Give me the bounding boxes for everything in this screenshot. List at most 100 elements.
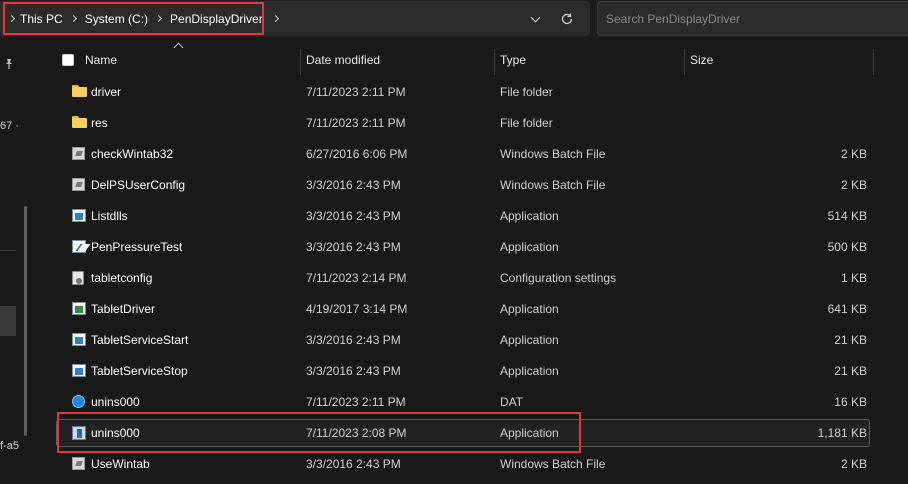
application-icon — [72, 333, 88, 347]
file-row[interactable]: PenPressureTest 3/3/2016 2:43 PM Applicati… — [56, 233, 870, 261]
file-row[interactable]: TabletDriver 4/19/2017 3:14 PM Application… — [56, 295, 870, 323]
uninstaller-icon — [72, 426, 86, 440]
select-all-checkbox[interactable] — [62, 45, 74, 75]
file-date-modified: 7/11/2023 2:11 PM — [306, 85, 406, 99]
file-date-modified: 3/3/2016 2:43 PM — [306, 240, 401, 254]
nav-item-fragment[interactable]: 67 · — [0, 120, 19, 132]
column-divider[interactable] — [300, 49, 301, 75]
file-type: Application — [500, 333, 559, 347]
address-dropdown-button[interactable] — [524, 9, 546, 29]
column-header-row: Name Date modified Type Size — [52, 42, 874, 75]
file-date-modified: 7/11/2023 2:11 PM — [306, 395, 406, 409]
file-type: Windows Batch File — [500, 178, 606, 192]
file-row[interactable]: tabletconfig 7/11/2023 2:14 PM Configurati… — [56, 264, 870, 292]
uninstaller-icon — [72, 426, 88, 440]
breadcrumb: This PC System (C:) PenDisplayDriver — [3, 3, 284, 34]
file-type: Configuration settings — [500, 271, 617, 285]
file-type: DAT — [500, 395, 524, 409]
application-icon — [72, 209, 86, 222]
config-file-icon — [72, 271, 88, 285]
search-input[interactable] — [598, 2, 908, 35]
folder-icon — [72, 116, 88, 130]
search-box[interactable] — [597, 1, 908, 36]
file-date-modified: 3/3/2016 2:43 PM — [306, 209, 401, 223]
file-name: DelPSUserConfig — [91, 178, 186, 192]
breadcrumb-system-c[interactable]: System (C:) — [85, 12, 148, 26]
column-divider[interactable] — [494, 49, 495, 75]
batch-file-icon — [72, 457, 88, 471]
file-date-modified: 3/3/2016 2:43 PM — [306, 364, 401, 378]
folder-icon — [72, 85, 88, 99]
file-type: File folder — [500, 116, 553, 130]
file-row[interactable]: unins000 7/11/2023 2:11 PM DAT 16 KB — [56, 388, 870, 416]
file-type: Windows Batch File — [500, 457, 606, 471]
refresh-button[interactable] — [556, 8, 578, 30]
navigation-pane[interactable]: 67 · f-a5 — [0, 38, 52, 484]
breadcrumb-separator-icon[interactable] — [7, 14, 16, 23]
file-size: 2 KB — [840, 147, 867, 161]
checkbox-icon — [62, 54, 74, 66]
breadcrumb-separator-icon[interactable] — [154, 14, 163, 23]
column-header-type[interactable]: Type — [500, 45, 526, 75]
file-row[interactable]: TabletServiceStart 3/3/2016 2:43 PM Applic… — [56, 326, 870, 354]
breadcrumb-separator-icon[interactable] — [271, 14, 279, 23]
file-size: 21 KB — [834, 364, 867, 378]
pin-icon[interactable] — [3, 58, 15, 70]
file-name: tabletconfig — [91, 271, 153, 285]
dat-file-icon — [72, 395, 88, 409]
file-date-modified: 4/19/2017 3:14 PM — [306, 302, 408, 316]
file-type: Application — [500, 302, 559, 316]
file-type: File folder — [500, 85, 553, 99]
nav-divider — [0, 250, 16, 251]
file-row[interactable]: DelPSUserConfig 3/3/2016 2:43 PM Windows B… — [56, 171, 870, 199]
file-row[interactable]: driver 7/11/2023 2:11 PM File folder — [56, 78, 870, 106]
file-type: Windows Batch File — [500, 147, 606, 161]
file-row[interactable]: checkWintab32 6/27/2016 6:06 PM Windows Ba… — [56, 140, 870, 168]
file-row[interactable]: unins000 7/11/2023 2:08 PM Application 1,18… — [56, 419, 870, 447]
nav-item-fragment[interactable]: f-a5 — [0, 440, 19, 452]
nav-selected-item[interactable] — [0, 306, 16, 336]
application-icon — [72, 209, 88, 223]
file-size: 2 KB — [840, 457, 867, 471]
nav-scrollbar[interactable] — [24, 206, 27, 436]
file-date-modified: 3/3/2016 2:43 PM — [306, 333, 401, 347]
pen-application-icon — [72, 240, 86, 253]
file-size: 1,181 KB — [817, 426, 867, 440]
file-row[interactable]: Listdlls 3/3/2016 2:43 PM Application 514 K… — [56, 202, 870, 230]
file-type: Application — [500, 364, 559, 378]
file-list: Name Date modified Type Size driver 7/11/… — [52, 38, 908, 484]
file-size: 16 KB — [834, 395, 867, 409]
batch-file-icon — [72, 147, 85, 160]
file-type: Application — [500, 240, 559, 254]
batch-file-icon — [72, 147, 88, 161]
address-bar[interactable]: This PC System (C:) PenDisplayDriver — [0, 1, 590, 36]
file-name: TabletServiceStop — [91, 364, 188, 378]
column-header-name[interactable]: Name — [85, 45, 117, 75]
folder-icon — [72, 116, 87, 128]
file-date-modified: 6/27/2016 6:06 PM — [306, 147, 408, 161]
file-name: res — [91, 116, 108, 130]
tablet-application-icon — [72, 302, 86, 315]
column-header-date[interactable]: Date modified — [306, 45, 380, 75]
file-size — [690, 110, 867, 136]
title-bar: This PC System (C:) PenDisplayDriver — [0, 0, 908, 38]
file-name: TabletServiceStart — [91, 333, 189, 347]
breadcrumb-this-pc[interactable]: This PC — [20, 12, 63, 26]
file-row[interactable]: res 7/11/2023 2:11 PM File folder — [56, 109, 870, 137]
chevron-down-icon — [530, 12, 540, 22]
file-row[interactable]: UseWintab 3/3/2016 2:43 PM Windows Batch F… — [56, 450, 870, 478]
file-date-modified: 7/11/2023 2:14 PM — [306, 271, 407, 285]
file-date-modified: 7/11/2023 2:08 PM — [306, 426, 407, 440]
column-header-size[interactable]: Size — [690, 45, 713, 75]
file-name: unins000 — [91, 395, 140, 409]
file-date-modified: 3/3/2016 2:43 PM — [306, 457, 401, 471]
breadcrumb-separator-icon[interactable] — [69, 14, 77, 23]
application-icon — [72, 333, 86, 346]
breadcrumb-pendisplaydriver[interactable]: PenDisplayDriver — [170, 12, 263, 26]
file-name: checkWintab32 — [91, 147, 174, 161]
column-divider[interactable] — [684, 49, 685, 75]
file-row[interactable]: TabletServiceStop 3/3/2016 2:43 PM Applica… — [56, 357, 870, 385]
dat-file-icon — [72, 395, 85, 408]
column-divider[interactable] — [873, 49, 874, 75]
tablet-application-icon — [72, 302, 88, 316]
